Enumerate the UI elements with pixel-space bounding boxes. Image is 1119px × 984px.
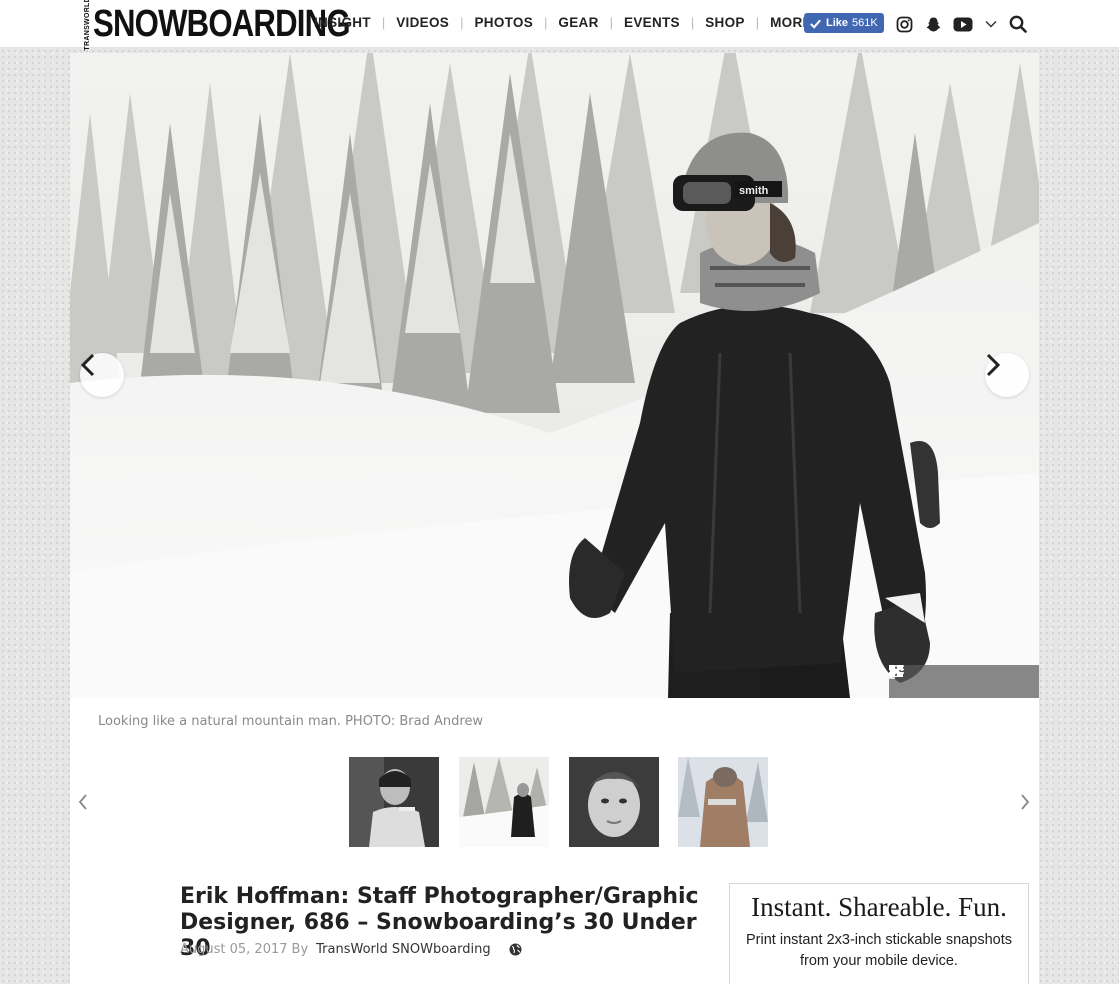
- snow-forest-photo: smith: [70, 53, 1039, 698]
- gallery-main-photo[interactable]: smith: [70, 53, 1039, 698]
- article-meta: August 05, 2017 By TransWorld SNOWboardi…: [180, 942, 522, 957]
- gallery-controls: [889, 665, 1039, 698]
- check-icon: [810, 19, 821, 29]
- article-author-link[interactable]: TransWorld SNOWboarding: [316, 942, 490, 957]
- play-icon[interactable]: [890, 665, 924, 692]
- site-header: TRANSWORLD SNOWBOARDING INSIGHT | VIDEOS…: [0, 0, 1119, 51]
- previous-photo-button[interactable]: [80, 353, 124, 397]
- nav-separator: |: [381, 15, 386, 30]
- nav-item-photos[interactable]: PHOTOS: [474, 15, 533, 30]
- thumbnail-image: [459, 757, 549, 847]
- thumbnails-next-button[interactable]: [1015, 791, 1035, 813]
- youtube-icon[interactable]: [952, 13, 974, 35]
- nav-separator: |: [755, 15, 760, 30]
- thumbnail[interactable]: [569, 757, 659, 847]
- facebook-like-count: 561K: [852, 17, 878, 29]
- chevron-left-icon: [80, 353, 95, 377]
- nav-separator: |: [690, 15, 695, 30]
- grid-icon[interactable]: [889, 665, 957, 692]
- nav-item-videos[interactable]: VIDEOS: [396, 15, 449, 30]
- chevron-right-icon: [986, 353, 1001, 377]
- snapchat-icon[interactable]: [922, 13, 944, 35]
- thumbnail-image: [569, 757, 659, 847]
- nav-item-gear[interactable]: GEAR: [558, 15, 598, 30]
- text-icon[interactable]: [889, 665, 991, 692]
- nav-item-insight[interactable]: INSIGHT: [314, 15, 371, 30]
- logo-big-text: SNOWBOARDING: [93, 3, 351, 45]
- search-icon[interactable]: [1007, 13, 1029, 35]
- chevron-left-icon: [78, 794, 87, 810]
- thumbnail[interactable]: [459, 757, 549, 847]
- thumbnail-strip: [70, 757, 1039, 847]
- nav-separator: |: [609, 15, 614, 30]
- chevron-right-icon: [1021, 794, 1030, 810]
- facebook-like-label: Like: [826, 17, 849, 29]
- thumbnail-image: [678, 757, 768, 847]
- nav-separator: |: [544, 15, 548, 30]
- nav-item-shop[interactable]: SHOP: [705, 15, 744, 30]
- ad-body-text: Print instant 2x3-inch stickable snapsho…: [746, 932, 1012, 969]
- nav-item-events[interactable]: EVENTS: [624, 15, 680, 30]
- nav-separator: |: [460, 15, 464, 30]
- fullscreen-icon[interactable]: [889, 665, 1024, 692]
- thumbnail[interactable]: [349, 757, 439, 847]
- main-nav: INSIGHT | VIDEOS | PHOTOS | GEAR | EVENT…: [314, 15, 812, 30]
- article-date: August 05, 2017: [180, 942, 288, 957]
- globe-icon[interactable]: [509, 943, 522, 956]
- thumbnail-image: [349, 757, 439, 847]
- thumbnail[interactable]: [678, 757, 768, 847]
- chevron-down-icon[interactable]: [980, 13, 1002, 35]
- ad-headline: Instant. Shareable. Fun.: [751, 892, 1007, 922]
- svg-text:smith: smith: [739, 185, 769, 197]
- article-by-label: By: [291, 942, 309, 957]
- advertisement[interactable]: Instant. Shareable. Fun. Print instant 2…: [729, 883, 1029, 984]
- facebook-like-button[interactable]: Like 561K: [804, 13, 884, 33]
- article-content: smith Looking like a natural mountain ma…: [70, 53, 1039, 984]
- photo-caption: Looking like a natural mountain man. PHO…: [98, 714, 484, 729]
- instagram-icon[interactable]: [893, 13, 915, 35]
- logo-small-text: TRANSWORLD: [84, 0, 91, 51]
- next-photo-button[interactable]: [985, 353, 1029, 397]
- thumbnails-previous-button[interactable]: [73, 791, 93, 813]
